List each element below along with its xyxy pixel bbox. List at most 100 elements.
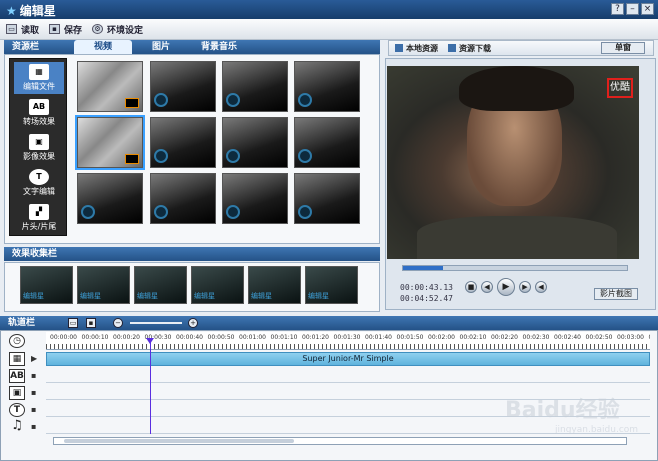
volume-button[interactable]: ◀ bbox=[535, 281, 547, 293]
video-frame-shirt bbox=[417, 216, 617, 259]
ruler-tick-label: 00:00:10 bbox=[81, 334, 109, 341]
save-icon: ▪ bbox=[49, 24, 61, 34]
settings-button[interactable]: ⚙ 环境设定 bbox=[92, 23, 143, 36]
media-thumb[interactable] bbox=[294, 61, 360, 112]
playback-controls: ■ ◀ ▶ ▶ ◀ bbox=[465, 277, 565, 297]
help-button[interactable]: ? bbox=[611, 3, 624, 15]
open-icon[interactable]: ▭ bbox=[68, 318, 78, 328]
minimize-button[interactable]: – bbox=[626, 3, 639, 15]
save-button[interactable]: ▪ 保存 bbox=[49, 23, 82, 36]
video-badge-icon bbox=[125, 154, 139, 164]
media-thumb[interactable] bbox=[294, 117, 360, 168]
category-label: 片头/片尾 bbox=[21, 222, 57, 231]
lock-icon[interactable]: ▪ bbox=[31, 372, 39, 380]
single-window-button[interactable]: 单窗 bbox=[601, 42, 645, 54]
reel-icon bbox=[226, 93, 240, 107]
close-button[interactable]: × bbox=[641, 3, 654, 15]
category-label: 文字编辑 bbox=[23, 187, 55, 196]
tab-image[interactable]: 图片 bbox=[132, 40, 190, 54]
category-edit-file[interactable]: ▦ 编辑文件 bbox=[14, 62, 64, 94]
effect-label: 编辑星 bbox=[23, 292, 44, 300]
video-clip[interactable]: Super Junior-Mr Simple bbox=[46, 352, 650, 366]
effect-slot[interactable]: 编辑星 bbox=[305, 266, 358, 304]
lock-icon[interactable]: ▪ bbox=[31, 406, 39, 414]
scroll-thumb[interactable] bbox=[64, 439, 294, 443]
playhead[interactable] bbox=[146, 338, 154, 434]
play-button[interactable]: ▶ bbox=[497, 278, 515, 296]
effects-title: 效果收集栏 bbox=[12, 249, 58, 259]
effect-slot[interactable]: 编辑星 bbox=[134, 266, 187, 304]
reel-icon bbox=[298, 205, 312, 219]
media-thumb[interactable] bbox=[294, 173, 360, 224]
tab-video[interactable]: 视频 bbox=[74, 40, 132, 54]
effect-label: 编辑星 bbox=[194, 292, 215, 300]
category-effects[interactable]: ▣ 影像效果 bbox=[14, 132, 64, 164]
baidu-watermark-url: jingyan.baidu.com bbox=[555, 425, 639, 435]
effect-track-icon: ▣ bbox=[9, 386, 25, 400]
media-thumb[interactable] bbox=[222, 61, 288, 112]
effect-slot[interactable]: 编辑星 bbox=[248, 266, 301, 304]
computer-icon bbox=[395, 44, 403, 52]
effect-slot[interactable]: 编辑星 bbox=[191, 266, 244, 304]
baidu-watermark: Baidu经验 bbox=[505, 398, 620, 423]
media-thumb[interactable] bbox=[150, 173, 216, 224]
ruler-tick-label: 00:03:00 bbox=[617, 334, 644, 341]
media-thumb[interactable] bbox=[150, 117, 216, 168]
zoom-in-icon[interactable]: + bbox=[188, 318, 198, 328]
zoom-slider[interactable] bbox=[130, 322, 182, 324]
prev-frame-button[interactable]: ◀ bbox=[481, 281, 493, 293]
category-list: ▦ 编辑文件 AB 转场效果 ▣ 影像效果 T 文字编辑 ▞ 片头/片尾 bbox=[9, 58, 67, 236]
folder-icon: ▭ bbox=[6, 24, 17, 34]
effect-slot[interactable]: 编辑星 bbox=[20, 266, 73, 304]
ruler-tick-label: 00:01:00 bbox=[239, 334, 266, 341]
stop-button[interactable]: ■ bbox=[465, 281, 477, 293]
title-bar: ★ 编辑星 ? – × bbox=[0, 0, 658, 19]
preview-header: 本地资源 资源下载 单窗 bbox=[388, 40, 654, 56]
lock-icon[interactable]: ▪ bbox=[31, 423, 39, 431]
youku-logo: 优酷 bbox=[607, 78, 633, 98]
settings-label: 环境设定 bbox=[107, 25, 144, 36]
lock-icon[interactable]: ▪ bbox=[31, 389, 39, 397]
video-preview[interactable]: 优酷 bbox=[387, 66, 639, 259]
seek-bar[interactable] bbox=[402, 265, 628, 271]
media-thumb[interactable] bbox=[222, 173, 288, 224]
local-resource-button[interactable]: 本地资源 bbox=[395, 43, 438, 54]
media-thumb-selected[interactable] bbox=[75, 115, 145, 170]
category-intro-outro[interactable]: ▞ 片头/片尾 bbox=[14, 202, 64, 234]
effect-icon: ▣ bbox=[29, 134, 49, 150]
effect-label: 编辑星 bbox=[80, 292, 101, 300]
effect-slot[interactable]: 编辑星 bbox=[77, 266, 130, 304]
ruler-tick-label: 00:00:00 bbox=[50, 334, 77, 341]
ruler-tick-label: 00:02:30 bbox=[522, 334, 550, 341]
editor-window: ★ 编辑星 ? – × ▭ 读取 ▪ 保存 ⚙ 环境设定 资源栏 视频 图片 背景音乐 … bbox=[0, 0, 658, 461]
media-thumb[interactable] bbox=[150, 61, 216, 112]
horizontal-scrollbar[interactable] bbox=[53, 437, 627, 445]
save-track-icon[interactable]: ▪ bbox=[86, 318, 96, 328]
reel-icon bbox=[154, 205, 168, 219]
next-frame-button[interactable]: ▶ bbox=[519, 281, 531, 293]
read-button[interactable]: ▭ 读取 bbox=[6, 23, 39, 36]
ruler-tick-label: 00:02:00 bbox=[428, 334, 455, 341]
ruler-tick-label: 00:02:20 bbox=[491, 334, 518, 341]
timeline-ruler[interactable]: 00:00:00 00:00:10 00:00:20 00:00:30 00:00:40… bbox=[46, 332, 650, 350]
track-title: 轨道栏 bbox=[8, 318, 36, 328]
zoom-out-icon[interactable]: − bbox=[113, 318, 123, 328]
read-label: 读取 bbox=[21, 25, 40, 36]
play-track-icon[interactable]: ▶ bbox=[31, 355, 39, 363]
media-thumb[interactable] bbox=[77, 173, 143, 224]
ruler-tick-label: 00:00:20 bbox=[113, 334, 140, 341]
snapshot-button[interactable]: 影片截图 bbox=[594, 288, 638, 300]
music-track-icon: ♫ bbox=[11, 418, 23, 433]
reel-icon bbox=[298, 149, 312, 163]
ruler-tick-label: 00:02:10 bbox=[459, 334, 487, 341]
media-thumb[interactable] bbox=[222, 117, 288, 168]
media-thumb[interactable] bbox=[77, 61, 143, 112]
tab-bgm[interactable]: 背景音乐 bbox=[190, 40, 248, 54]
category-text[interactable]: T 文字编辑 bbox=[14, 167, 64, 199]
ruler-tick-label: 00:00:40 bbox=[176, 334, 203, 341]
transition-track-row[interactable] bbox=[46, 367, 650, 383]
download-resource-button[interactable]: 资源下载 bbox=[448, 43, 491, 54]
clock-icon: ◷ bbox=[9, 334, 25, 348]
category-label: 影像效果 bbox=[23, 152, 55, 161]
category-transition[interactable]: AB 转场效果 bbox=[14, 97, 64, 129]
